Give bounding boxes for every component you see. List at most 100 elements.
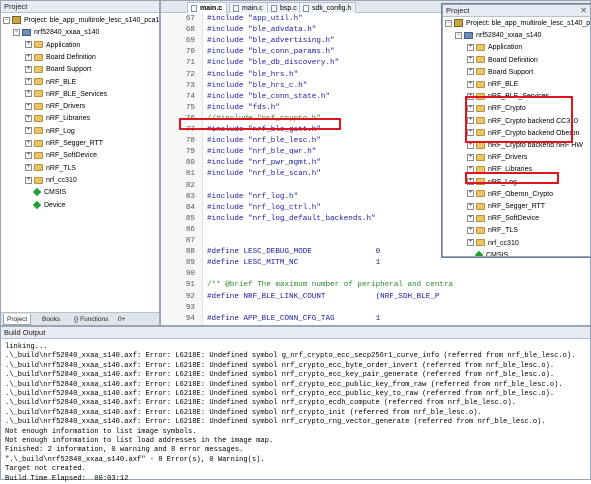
expand-icon[interactable]: + bbox=[467, 227, 474, 234]
expand-icon[interactable]: + bbox=[467, 105, 474, 112]
group-nrf-ble[interactable]: +nRF_BLE bbox=[25, 77, 76, 89]
group-nrf-log[interactable]: + nRF_Log bbox=[467, 177, 517, 189]
tab-bsp-c[interactable]: bsp.c bbox=[267, 2, 302, 13]
tree-label: Project: ble_app_multirole_lesc_s140_pca… bbox=[24, 17, 159, 24]
tab-books[interactable]: Books bbox=[39, 314, 63, 325]
group-nrf-segger-rtt[interactable]: +nRF_Segger_RTT bbox=[25, 138, 103, 150]
component-cmsis[interactable]: CMSIS bbox=[474, 250, 508, 256]
collapse-icon[interactable]: − bbox=[455, 32, 462, 39]
line-number: 82 bbox=[161, 181, 195, 192]
target-node[interactable]: −nrf52840_xxaa_s140 bbox=[455, 30, 541, 42]
expand-icon[interactable]: + bbox=[467, 129, 474, 136]
group-nrf-segger-rtt[interactable]: +nRF_Segger_RTT bbox=[467, 201, 545, 213]
expand-icon[interactable]: + bbox=[467, 117, 474, 124]
group-nrf-softdevice[interactable]: +nRF_SoftDevice bbox=[25, 150, 97, 162]
tab-sdk-config-h[interactable]: sdk_config.h bbox=[299, 2, 356, 13]
expand-icon[interactable]: + bbox=[25, 152, 32, 159]
group-nrf-ble-services[interactable]: +nRF_BLE_Services bbox=[467, 91, 549, 103]
group-nrf-crypto-backend-nrf-hw[interactable]: +nRF_Crypto backend nRF HW bbox=[467, 140, 583, 152]
group-nrf-softdevice[interactable]: +nRF_SoftDevice bbox=[467, 213, 539, 225]
expand-icon[interactable]: + bbox=[467, 239, 474, 246]
group-nrf-cc310[interactable]: +nrf_cc310 bbox=[25, 175, 77, 187]
group-board-definition[interactable]: +Board Definition bbox=[25, 52, 96, 64]
expand-icon[interactable]: + bbox=[467, 44, 474, 51]
group-nrf-oberon-crypto[interactable]: +nRF_Oberon_Crypto bbox=[467, 189, 553, 201]
build-output-line: .\_build\nrf52840_xxaa_s140.axf: Error: … bbox=[5, 352, 575, 361]
group-nrf-tls[interactable]: +nRF_TLS bbox=[25, 163, 76, 175]
tab-main-c-2[interactable]: main.c bbox=[229, 2, 268, 13]
group-application[interactable]: +Application bbox=[467, 42, 522, 54]
build-output-line: .\_build\nrf52840_xxaa_s140.axf: Error: … bbox=[5, 362, 554, 371]
close-icon[interactable]: ✕ bbox=[580, 5, 587, 17]
tree-label: nRF_BLE bbox=[488, 81, 518, 88]
expand-icon[interactable]: + bbox=[25, 54, 32, 61]
expand-icon[interactable]: + bbox=[25, 115, 32, 122]
expand-icon[interactable]: + bbox=[467, 154, 474, 161]
expand-icon[interactable]: + bbox=[25, 90, 32, 97]
group-nrf-drivers[interactable]: +nRF_Drivers bbox=[467, 152, 527, 164]
folder-icon bbox=[476, 215, 485, 222]
expand-icon[interactable]: + bbox=[467, 203, 474, 210]
group-application[interactable]: +Application bbox=[25, 40, 80, 52]
group-nrf-ble-services[interactable]: + nRF_BLE_Services bbox=[25, 89, 107, 101]
group-nrf-libraries[interactable]: +nRF_Libraries bbox=[25, 113, 90, 125]
collapse-icon[interactable]: − bbox=[445, 20, 452, 27]
expand-icon[interactable]: + bbox=[467, 142, 474, 149]
collapse-icon[interactable]: − bbox=[13, 29, 20, 36]
group-nrf-log[interactable]: +nRF_Log bbox=[25, 126, 75, 138]
tab-templates[interactable]: 0+ Templates bbox=[115, 314, 159, 325]
expand-icon[interactable]: + bbox=[467, 68, 474, 75]
build-output-line: Not enough information to list load addr… bbox=[5, 437, 273, 446]
group-nrf-drivers[interactable]: +nRF_Drivers bbox=[25, 101, 85, 113]
group-nrf-libraries[interactable]: +nRF_Libraries bbox=[467, 164, 532, 176]
group-nrf-crypto-backend-oberon[interactable]: +nRF_Crypto backend Oberon bbox=[467, 128, 579, 140]
expand-icon[interactable]: + bbox=[25, 140, 32, 147]
line-number: 94 bbox=[161, 314, 195, 325]
project-root[interactable]: −Project: ble_app_multirole_lesc_s140_pc… bbox=[445, 18, 590, 30]
collapse-icon[interactable]: − bbox=[3, 17, 10, 24]
folder-icon bbox=[34, 127, 43, 134]
line-number: 74 bbox=[161, 92, 195, 103]
build-output-line: .\_build\nrf52840_xxaa_s140.axf: Error: … bbox=[5, 399, 516, 408]
expand-icon[interactable]: + bbox=[25, 177, 32, 184]
expand-icon[interactable]: + bbox=[25, 103, 32, 110]
group-board-definition[interactable]: +Board Definition bbox=[467, 55, 538, 67]
group-nrf-cc310[interactable]: +nrf_cc310 bbox=[467, 238, 519, 250]
folder-icon bbox=[476, 105, 485, 112]
group-nrf-crypto-backend-cc310[interactable]: + nRF_Crypto backend CC310 bbox=[467, 116, 578, 128]
expand-icon[interactable]: + bbox=[467, 166, 474, 173]
tab-project[interactable]: Project bbox=[3, 314, 31, 325]
tab-functions[interactable]: {} Functions bbox=[71, 314, 111, 325]
expand-icon[interactable]: + bbox=[25, 66, 32, 73]
line-number: 80 bbox=[161, 158, 195, 169]
expand-icon[interactable]: + bbox=[467, 178, 474, 185]
left-project-tree: −Project: ble_app_multirole_lesc_s140_pc… bbox=[1, 14, 159, 312]
component-device[interactable]: Device bbox=[32, 200, 65, 212]
tree-label: nRF_Log bbox=[488, 179, 517, 186]
expand-icon[interactable]: + bbox=[467, 81, 474, 88]
target-node[interactable]: −nrf52840_xxaa_s140 bbox=[13, 27, 99, 39]
expand-icon[interactable]: + bbox=[25, 41, 32, 48]
group-nrf-crypto[interactable]: +nRF_Crypto bbox=[467, 103, 526, 115]
expand-icon[interactable]: + bbox=[25, 78, 32, 85]
tab-main-c-1[interactable]: main.c bbox=[187, 2, 227, 13]
build-output-text[interactable]: linking....\_build\nrf52840_xxaa_s140.ax… bbox=[1, 340, 590, 479]
code-text: #include "ble_hrs.h" bbox=[207, 70, 298, 81]
group-nrf-tls[interactable]: +nRF_TLS bbox=[467, 225, 518, 237]
group-board-support[interactable]: +Board Support bbox=[25, 64, 91, 76]
component-cmsis[interactable]: CMSIS bbox=[32, 187, 66, 199]
tab-label: bsp.c bbox=[280, 5, 297, 12]
group-board-support[interactable]: +Board Support bbox=[467, 67, 533, 79]
expand-icon[interactable]: + bbox=[467, 56, 474, 63]
project-root[interactable]: − Project: ble_app_multirole_lesc_s140_pc… bbox=[3, 15, 159, 27]
line-number: 78 bbox=[161, 136, 195, 147]
expand-icon[interactable]: + bbox=[25, 164, 32, 171]
expand-icon[interactable]: + bbox=[25, 127, 32, 134]
tree-label: nRF_Crypto backend CC310 bbox=[488, 118, 578, 125]
expand-icon[interactable]: + bbox=[467, 93, 474, 100]
group-nrf-ble[interactable]: + nRF_BLE bbox=[467, 79, 518, 91]
expand-icon[interactable]: + bbox=[467, 215, 474, 222]
line-number: 83 bbox=[161, 192, 195, 203]
tree-label: nRF_BLE_Services bbox=[46, 91, 107, 98]
expand-icon[interactable]: + bbox=[467, 190, 474, 197]
